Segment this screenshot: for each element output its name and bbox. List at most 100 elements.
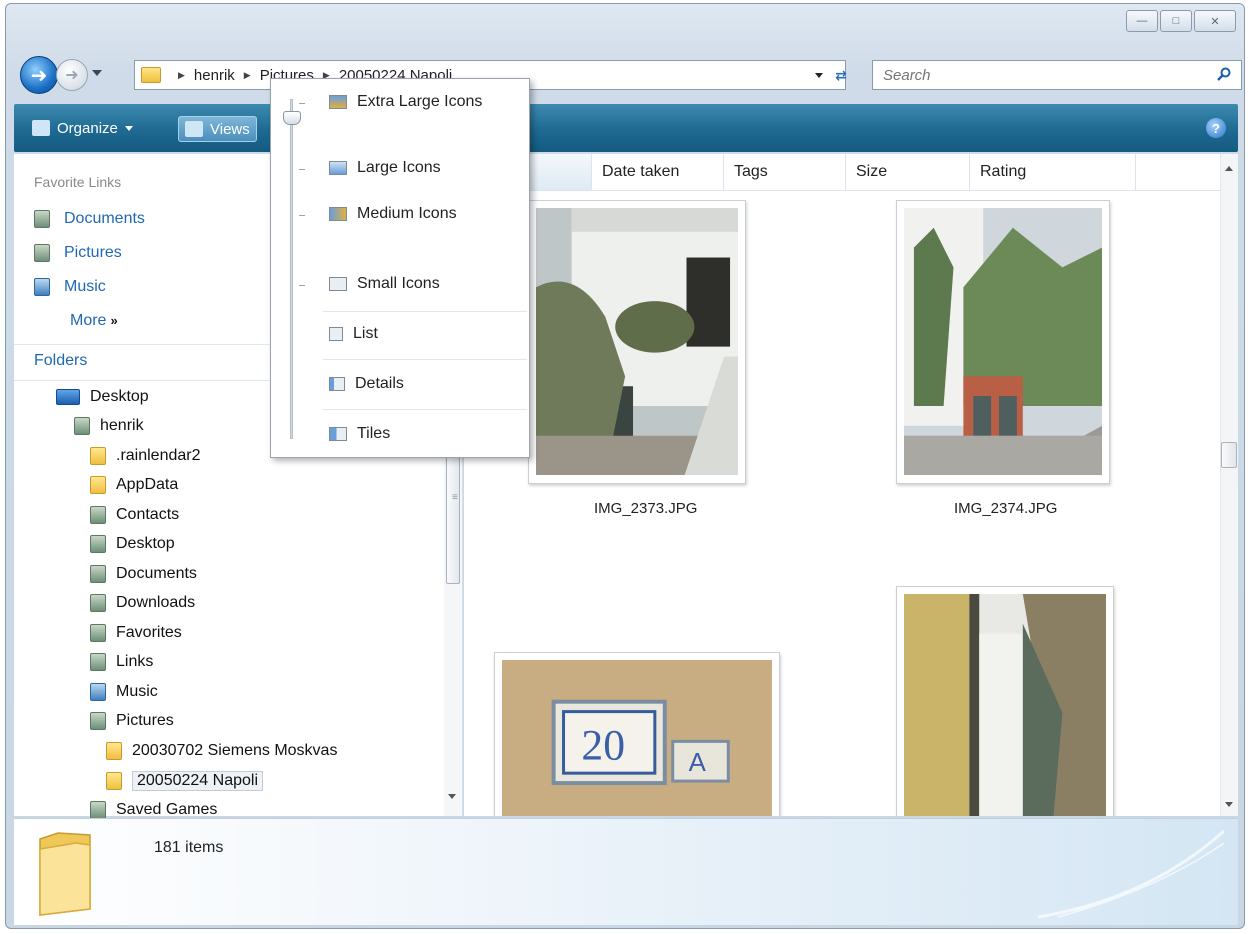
menu-item-label: Details bbox=[355, 375, 404, 392]
forward-button[interactable]: ➜ bbox=[56, 59, 88, 91]
organize-button[interactable]: Organize bbox=[32, 116, 133, 140]
file-list-scrollbar-thumb[interactable] bbox=[1221, 442, 1237, 468]
view-size-slider-thumb[interactable] bbox=[283, 111, 301, 125]
large-icons-icon bbox=[329, 161, 347, 175]
file-list-pane: Name Date taken Tags Size Rating IMG_237… bbox=[464, 154, 1238, 816]
column-rating[interactable]: Rating bbox=[970, 154, 1136, 190]
menu-item-small-icons[interactable]: Small Icons bbox=[329, 275, 440, 293]
tree-label: Desktop bbox=[90, 388, 149, 405]
tree-label: Favorites bbox=[116, 624, 182, 641]
contacts-icon bbox=[90, 506, 106, 524]
menu-separator bbox=[323, 359, 527, 360]
tree-item-henrik[interactable]: henrik bbox=[74, 417, 144, 435]
menu-separator bbox=[323, 311, 527, 312]
file-list-scrollbar[interactable] bbox=[1220, 154, 1238, 816]
tree-item-saved-games[interactable]: Saved Games bbox=[90, 801, 217, 819]
chevron-down-icon bbox=[124, 125, 133, 131]
tree-item-documents[interactable]: Documents bbox=[90, 565, 197, 583]
column-header: Name Date taken Tags Size Rating bbox=[464, 154, 1238, 191]
photo-thumbnail bbox=[904, 208, 1102, 476]
file-name[interactable]: IMG_2374.JPG bbox=[954, 500, 1057, 517]
menu-item-details[interactable]: Details bbox=[329, 375, 404, 393]
downloads-icon bbox=[90, 594, 106, 612]
views-label: Views bbox=[210, 120, 250, 138]
file-thumbnail[interactable] bbox=[528, 200, 746, 484]
file-thumbnail[interactable]: 20 A bbox=[494, 652, 780, 816]
medium-icons-icon bbox=[329, 207, 347, 221]
favorite-pictures[interactable]: Pictures bbox=[34, 244, 122, 262]
search-box[interactable] bbox=[872, 60, 1242, 90]
file-thumbnail[interactable] bbox=[896, 200, 1110, 484]
tree-item-appdata[interactable]: AppData bbox=[90, 476, 178, 494]
menu-item-label: Tiles bbox=[357, 425, 391, 442]
back-arrow-icon: ➜ bbox=[30, 64, 48, 87]
more-link[interactable]: More» bbox=[70, 312, 118, 330]
search-icon[interactable] bbox=[1217, 67, 1231, 81]
tree-item-downloads[interactable]: Downloads bbox=[90, 594, 195, 612]
minimize-icon: — bbox=[1136, 15, 1148, 27]
menu-item-label: List bbox=[353, 325, 378, 342]
scroll-up-icon[interactable] bbox=[1225, 166, 1233, 171]
tree-item-music[interactable]: Music bbox=[90, 683, 158, 701]
tree-item-favorites[interactable]: Favorites bbox=[90, 624, 182, 642]
explorer-window: — □ ✕ ➜ ➜ ▶ henrik ▶ Pictures ▶ 20050224… bbox=[5, 3, 1245, 929]
tree-item-contacts[interactable]: Contacts bbox=[90, 506, 179, 524]
more-arrow-icon: » bbox=[110, 313, 118, 328]
tree-item-napoli[interactable]: 20050224 Napoli bbox=[102, 771, 263, 791]
close-button[interactable]: ✕ bbox=[1194, 10, 1236, 32]
crumb-henrik[interactable]: henrik bbox=[194, 67, 235, 84]
refresh-button[interactable]: ⇄ bbox=[826, 63, 856, 87]
extra-large-icons-icon bbox=[329, 95, 347, 109]
menu-item-extra-large-icons[interactable]: Extra Large Icons bbox=[329, 93, 482, 111]
slider-tick bbox=[299, 215, 305, 216]
menu-item-large-icons[interactable]: Large Icons bbox=[329, 159, 441, 177]
folders-header[interactable]: Folders bbox=[34, 352, 87, 370]
menu-item-tiles[interactable]: Tiles bbox=[329, 425, 390, 443]
tree-item-desktop[interactable]: Desktop bbox=[56, 388, 149, 406]
crumb-arrow-icon[interactable]: ▶ bbox=[178, 70, 185, 81]
scroll-down-icon[interactable] bbox=[1225, 802, 1233, 807]
folder-icon bbox=[39, 832, 91, 916]
address-dropdown-icon[interactable] bbox=[815, 73, 823, 78]
tiles-icon bbox=[329, 427, 347, 441]
column-size[interactable]: Size bbox=[846, 154, 970, 190]
tree-item-rainlendar2[interactable]: .rainlendar2 bbox=[90, 447, 201, 465]
photo-thumbnail: 20 A bbox=[502, 660, 772, 816]
help-button[interactable]: ? bbox=[1206, 118, 1226, 138]
details-pane: 181 items bbox=[14, 818, 1238, 925]
favorite-music[interactable]: Music bbox=[34, 278, 106, 296]
views-button[interactable]: Views bbox=[178, 116, 257, 142]
column-tags[interactable]: Tags bbox=[724, 154, 846, 190]
menu-item-label: Medium Icons bbox=[357, 205, 457, 222]
file-name[interactable]: IMG_2373.JPG bbox=[594, 500, 697, 517]
maximize-button[interactable]: □ bbox=[1160, 10, 1192, 32]
tree-label: Saved Games bbox=[116, 801, 218, 818]
tree-label: AppData bbox=[116, 476, 179, 493]
minimize-button[interactable]: — bbox=[1126, 10, 1158, 32]
file-thumbnail[interactable] bbox=[896, 586, 1114, 816]
tree-item-links[interactable]: Links bbox=[90, 653, 153, 671]
close-icon: ✕ bbox=[1210, 15, 1220, 28]
organize-icon bbox=[32, 120, 50, 136]
folders-scrollbar-thumb[interactable] bbox=[446, 454, 460, 584]
crumb-arrow-icon[interactable]: ▶ bbox=[244, 70, 251, 81]
menu-separator bbox=[323, 409, 527, 410]
view-size-slider[interactable] bbox=[290, 99, 293, 439]
recent-pages-dropdown[interactable] bbox=[92, 70, 102, 76]
favorite-documents[interactable]: Documents bbox=[34, 210, 145, 228]
photo-thumbnail bbox=[904, 594, 1106, 816]
column-date-taken[interactable]: Date taken bbox=[592, 154, 724, 190]
user-folder-icon bbox=[74, 417, 90, 435]
tree-item-desktop-folder[interactable]: Desktop bbox=[90, 535, 175, 553]
menu-item-list[interactable]: List bbox=[329, 325, 378, 343]
scroll-down-icon[interactable] bbox=[448, 794, 456, 799]
menu-item-medium-icons[interactable]: Medium Icons bbox=[329, 205, 457, 223]
tree-item-pictures[interactable]: Pictures bbox=[90, 712, 174, 730]
favorite-label: Pictures bbox=[64, 244, 122, 261]
desktop-icon bbox=[56, 389, 80, 405]
pictures-icon bbox=[90, 712, 106, 730]
search-input[interactable] bbox=[881, 65, 1185, 85]
back-button[interactable]: ➜ bbox=[20, 56, 58, 94]
forward-arrow-icon: ➜ bbox=[65, 67, 79, 84]
tree-item-siemens-moskvas[interactable]: 20030702 Siemens Moskvas bbox=[106, 742, 337, 760]
